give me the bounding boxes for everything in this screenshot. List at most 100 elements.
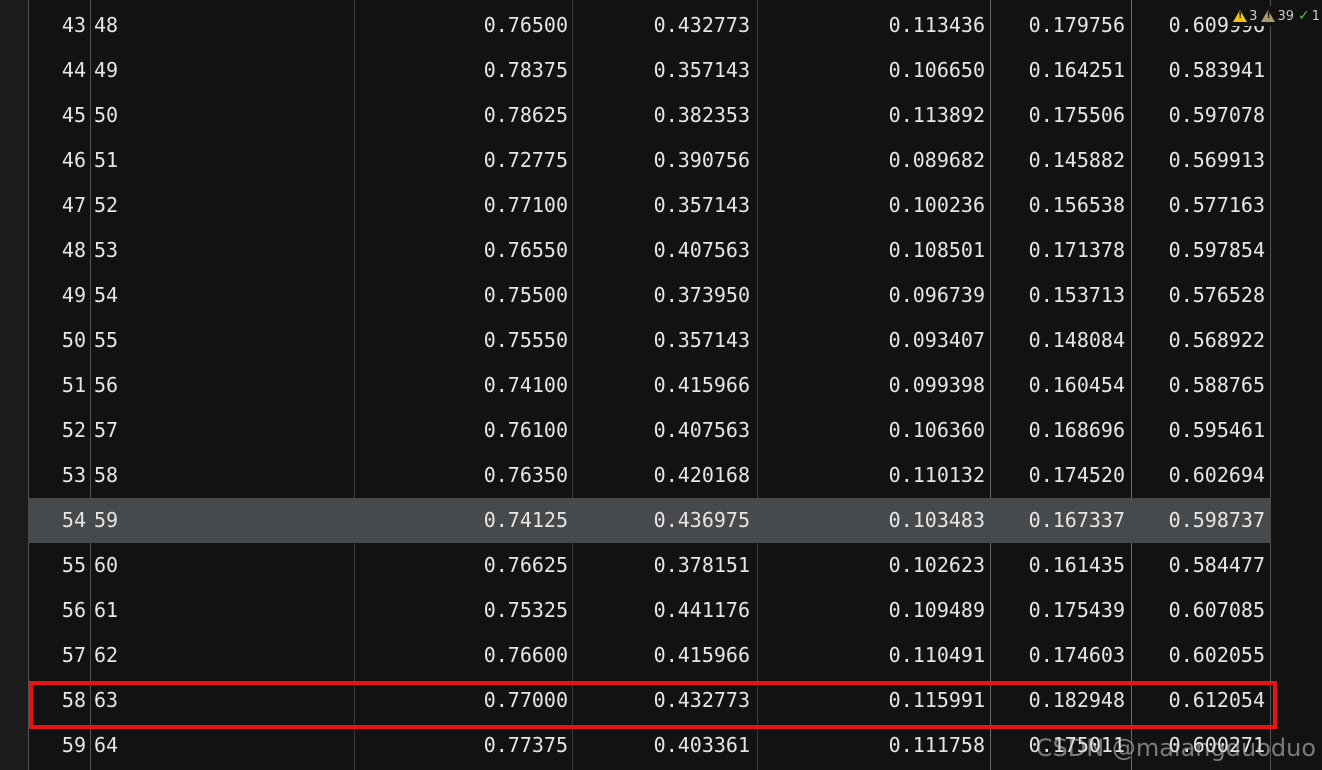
value-cell[interactable]: 0.75500 [354, 273, 568, 318]
value-cell[interactable]: 0.111758 [758, 723, 985, 768]
epoch-cell[interactable]: 52 [94, 183, 214, 228]
row-index-cell[interactable]: 43 [28, 3, 86, 48]
epoch-cell[interactable]: 49 [94, 48, 214, 93]
value-cell[interactable]: 0.171378 [991, 228, 1125, 273]
value-cell[interactable]: 0.110491 [758, 633, 985, 678]
value-cell[interactable]: 0.378151 [573, 543, 750, 588]
epoch-cell[interactable]: 55 [94, 318, 214, 363]
warnings-counter[interactable]: 3 [1233, 9, 1257, 24]
value-cell[interactable]: 0.576528 [1131, 273, 1265, 318]
epoch-cell[interactable]: 51 [94, 138, 214, 183]
value-cell[interactable]: 0.75550 [354, 318, 568, 363]
value-cell[interactable]: 0.432773 [573, 3, 750, 48]
value-cell[interactable]: 0.153713 [991, 273, 1125, 318]
value-cell[interactable]: 0.584477 [1131, 543, 1265, 588]
row-index-cell[interactable]: 57 [28, 633, 86, 678]
value-cell[interactable]: 0.103483 [758, 498, 985, 543]
value-cell[interactable]: 0.113436 [758, 3, 985, 48]
value-cell[interactable]: 0.72775 [354, 138, 568, 183]
value-cell[interactable]: 0.115991 [758, 678, 985, 723]
table-row[interactable]: 55 60 0.76625 0.378151 0.102623 0.161435 0.584… [28, 543, 1271, 588]
row-index-cell[interactable]: 44 [28, 48, 86, 93]
value-cell[interactable]: 0.577163 [1131, 183, 1265, 228]
weak-warnings-counter[interactable]: 39 [1261, 9, 1294, 24]
value-cell[interactable]: 0.106650 [758, 48, 985, 93]
inspection-widget[interactable]: 3 39 ✓ 1 [1229, 6, 1320, 26]
value-cell[interactable]: 0.432773 [573, 678, 750, 723]
epoch-cell[interactable]: 64 [94, 723, 214, 768]
row-index-cell[interactable]: 56 [28, 588, 86, 633]
row-index-cell[interactable]: 48 [28, 228, 86, 273]
row-index-cell[interactable]: 58 [28, 678, 86, 723]
value-cell[interactable]: 0.357143 [573, 48, 750, 93]
epoch-cell[interactable]: 57 [94, 408, 214, 453]
value-cell[interactable]: 0.403361 [573, 723, 750, 768]
value-cell[interactable]: 0.607085 [1131, 588, 1265, 633]
epoch-cell[interactable]: 53 [94, 228, 214, 273]
table-row[interactable]: 44 49 0.78375 0.357143 0.106650 0.164251 0.583… [28, 48, 1271, 93]
value-cell[interactable]: 0.612054 [1131, 678, 1265, 723]
epoch-cell[interactable]: 60 [94, 543, 214, 588]
value-cell[interactable]: 0.74100 [354, 363, 568, 408]
value-cell[interactable]: 0.569913 [1131, 138, 1265, 183]
value-cell[interactable]: 0.76625 [354, 543, 568, 588]
table-row[interactable]: 47 52 0.77100 0.357143 0.100236 0.156538 0.577… [28, 183, 1271, 228]
value-cell[interactable]: 0.602694 [1131, 453, 1265, 498]
value-cell[interactable]: 0.113892 [758, 93, 985, 138]
value-cell[interactable]: 0.156538 [991, 183, 1125, 228]
value-cell[interactable]: 0.099398 [758, 363, 985, 408]
value-cell[interactable]: 0.168696 [991, 408, 1125, 453]
value-cell[interactable]: 0.78625 [354, 93, 568, 138]
value-cell[interactable]: 0.145882 [991, 138, 1125, 183]
value-cell[interactable]: 0.108501 [758, 228, 985, 273]
table-row[interactable]: 49 54 0.75500 0.373950 0.096739 0.153713 0.576… [28, 273, 1271, 318]
value-cell[interactable]: 0.76100 [354, 408, 568, 453]
value-cell[interactable]: 0.602055 [1131, 633, 1265, 678]
epoch-cell[interactable]: 63 [94, 678, 214, 723]
value-cell[interactable]: 0.595461 [1131, 408, 1265, 453]
epoch-cell[interactable]: 56 [94, 363, 214, 408]
table-row[interactable]: 51 56 0.74100 0.415966 0.099398 0.160454 0.588… [28, 363, 1271, 408]
value-cell[interactable]: 0.089682 [758, 138, 985, 183]
value-cell[interactable]: 0.167337 [991, 498, 1125, 543]
value-cell[interactable]: 0.77000 [354, 678, 568, 723]
row-index-cell[interactable]: 59 [28, 723, 86, 768]
value-cell[interactable]: 0.182948 [991, 678, 1125, 723]
value-cell[interactable]: 0.373950 [573, 273, 750, 318]
table-row[interactable]: 59 64 0.77375 0.403361 0.111758 0.175011 0.600… [28, 723, 1271, 768]
value-cell[interactable]: 0.160454 [991, 363, 1125, 408]
table-row[interactable]: 45 50 0.78625 0.382353 0.113892 0.175506 0.597… [28, 93, 1271, 138]
value-cell[interactable]: 0.600271 [1131, 723, 1265, 768]
table-row[interactable]: 50 55 0.75550 0.357143 0.093407 0.148084 0.568… [28, 318, 1271, 363]
row-index-cell[interactable]: 46 [28, 138, 86, 183]
value-cell[interactable]: 0.441176 [573, 588, 750, 633]
value-cell[interactable]: 0.598737 [1131, 498, 1265, 543]
row-index-cell[interactable]: 54 [28, 498, 86, 543]
table-row[interactable]: 56 61 0.75325 0.441176 0.109489 0.175439 0.607… [28, 588, 1271, 633]
value-cell[interactable]: 0.096739 [758, 273, 985, 318]
epoch-cell[interactable]: 62 [94, 633, 214, 678]
epoch-cell[interactable]: 59 [94, 498, 214, 543]
value-cell[interactable]: 0.390756 [573, 138, 750, 183]
value-cell[interactable]: 0.75325 [354, 588, 568, 633]
value-cell[interactable]: 0.109489 [758, 588, 985, 633]
row-index-cell[interactable]: 47 [28, 183, 86, 228]
row-index-cell[interactable]: 52 [28, 408, 86, 453]
value-cell[interactable]: 0.106360 [758, 408, 985, 453]
epoch-cell[interactable]: 61 [94, 588, 214, 633]
value-cell[interactable]: 0.357143 [573, 318, 750, 363]
table-row-selected[interactable]: 54 59 0.74125 0.436975 0.103483 0.167337 0.598… [28, 498, 1271, 543]
value-cell[interactable]: 0.175011 [991, 723, 1125, 768]
value-cell[interactable]: 0.78375 [354, 48, 568, 93]
value-cell[interactable]: 0.382353 [573, 93, 750, 138]
value-cell[interactable]: 0.102623 [758, 543, 985, 588]
value-cell[interactable]: 0.76350 [354, 453, 568, 498]
table-row[interactable]: 46 51 0.72775 0.390756 0.089682 0.145882 0.569… [28, 138, 1271, 183]
row-index-cell[interactable]: 53 [28, 453, 86, 498]
table-row[interactable]: 48 53 0.76550 0.407563 0.108501 0.171378 0.597… [28, 228, 1271, 273]
table-row[interactable]: 57 62 0.76600 0.415966 0.110491 0.174603 0.602… [28, 633, 1271, 678]
value-cell[interactable]: 0.407563 [573, 228, 750, 273]
value-cell[interactable]: 0.76500 [354, 3, 568, 48]
row-index-cell[interactable]: 55 [28, 543, 86, 588]
value-cell[interactable]: 0.74125 [354, 498, 568, 543]
